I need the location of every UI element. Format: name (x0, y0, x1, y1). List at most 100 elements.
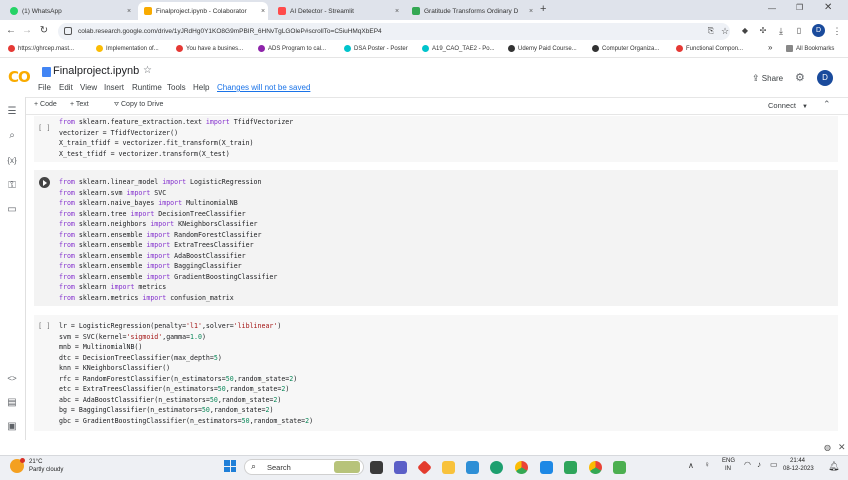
code-line[interactable]: from sklearn.ensemble import RandomFores… (59, 230, 262, 240)
panel-resize-icon[interactable]: ◍ (824, 443, 831, 452)
share-button[interactable]: ⇪ Share (752, 73, 783, 84)
collapse-chevron-icon[interactable]: ⌃ (823, 99, 831, 110)
file-explorer-icon[interactable] (442, 461, 455, 474)
code-line[interactable]: abc = AdaBoostClassifier(n_estimators=50… (59, 395, 281, 405)
connect-button[interactable]: Connect ▼ (768, 101, 808, 110)
bookmark-item[interactable]: Functional Compon... (676, 45, 743, 52)
close-icon[interactable]: × (526, 8, 536, 15)
add-code-button[interactable]: + Code (34, 101, 57, 108)
bookmark-item[interactable]: DSA Poster - Poster (344, 45, 408, 52)
menu-kebab-icon[interactable]: ⋮ (830, 23, 844, 39)
tab-ai-detector[interactable]: AI Detector - Streamlit × (272, 2, 402, 20)
vscode-icon[interactable] (540, 461, 553, 474)
language-indicator[interactable]: ENG (722, 458, 735, 464)
code-line[interactable]: from sklearn.naive_bayes import Multinom… (59, 198, 238, 208)
code-line[interactable]: vectorizer = TfidfVectorizer() (59, 128, 178, 138)
star-icon[interactable]: ☆ (143, 65, 152, 76)
code-line[interactable]: from sklearn.ensemble import BaggingClas… (59, 261, 242, 271)
menu-help[interactable]: Help (193, 83, 209, 92)
bookmark-item[interactable]: Computer Organiza... (592, 45, 659, 52)
task-view-icon[interactable] (370, 461, 383, 474)
chrome-profile-icon[interactable] (589, 461, 602, 474)
site-info-icon[interactable] (64, 27, 72, 35)
excel-icon[interactable] (564, 461, 577, 474)
menu-tools[interactable]: Tools (167, 83, 186, 92)
tray-chevron-up-icon[interactable]: ∧ (688, 461, 694, 470)
code-line[interactable]: knn = KNeighborsClassifier() (59, 363, 170, 373)
code-line[interactable]: svm = SVC(kernel='sigmoid',gamma=1.0) (59, 332, 206, 342)
clock-date[interactable]: 08-12-2023 (783, 466, 814, 472)
code-line[interactable]: from sklearn.feature_extraction.text imp… (59, 117, 293, 127)
new-tab-button[interactable]: + (540, 3, 546, 15)
command-palette-icon[interactable]: ▤ (5, 397, 19, 409)
chrome-icon[interactable] (515, 461, 528, 474)
code-line[interactable]: X_train_tfidf = vectorizer.fit_transform… (59, 138, 254, 148)
settings-gear-icon[interactable]: ⚙ (795, 71, 805, 84)
run-cell-play-icon[interactable] (39, 177, 50, 188)
back-icon[interactable]: ← (4, 23, 18, 39)
weather-temp[interactable]: 21°C (29, 459, 42, 465)
add-text-button[interactable]: + Text (70, 101, 89, 108)
extensions-puzzle-icon[interactable]: ✣ (756, 23, 770, 39)
install-app-icon[interactable]: ⎘ (704, 23, 718, 39)
notebook-title[interactable]: Finalproject.ipynb (53, 65, 139, 77)
all-bookmarks-button[interactable]: All Bookmarks (786, 45, 834, 52)
clock-time[interactable]: 21:44 (790, 458, 805, 464)
notifications-bell-icon[interactable]: 🔔︎ (828, 461, 839, 472)
terminal-icon[interactable]: ▣ (5, 421, 19, 433)
app-icon[interactable] (613, 461, 626, 474)
close-icon[interactable]: × (258, 8, 268, 15)
teams-icon[interactable] (394, 461, 407, 474)
download-icon[interactable]: ⤓ (774, 23, 788, 39)
tab-colab[interactable]: Finalproject.ipynb - Colaborator × (138, 2, 268, 20)
menu-view[interactable]: View (80, 83, 97, 92)
bookmark-star-icon[interactable]: ☆ (718, 23, 732, 39)
bookmark-item[interactable]: https://ghrcep.mast... (8, 45, 74, 52)
code-line[interactable]: from sklearn.svm import SVC (59, 188, 166, 198)
weather-desc[interactable]: Partly cloudy (29, 467, 63, 473)
code-line[interactable]: from sklearn.linear_model import Logisti… (59, 177, 262, 187)
variables-icon[interactable]: {x} (5, 155, 19, 167)
edge-icon[interactable] (490, 461, 503, 474)
language-region[interactable]: IN (725, 466, 731, 472)
close-icon[interactable]: × (124, 8, 134, 15)
code-line[interactable]: from sklearn.neighbors import KNeighbors… (59, 219, 258, 229)
extension-icon[interactable]: ◆ (738, 23, 752, 39)
search-icon[interactable]: ⌕ (5, 130, 19, 142)
volume-icon[interactable]: ♪ (757, 460, 761, 469)
code-line[interactable]: mnb = MultinomialNB() (59, 342, 142, 352)
forward-icon[interactable]: → (20, 23, 34, 39)
bookmarks-overflow-button[interactable]: » (768, 43, 772, 52)
bookmark-item[interactable]: ADS Program to cal... (258, 45, 326, 52)
code-line[interactable]: lr = LogisticRegression(penalty='l1',sol… (59, 321, 281, 331)
code-line[interactable]: from sklearn import metrics (59, 282, 166, 292)
battery-icon[interactable]: ▭ (770, 460, 778, 469)
maximize-icon[interactable]: ❐ (796, 3, 803, 12)
tab-whatsapp[interactable]: (1) WhatsApp × (4, 2, 134, 20)
code-snippets-icon[interactable]: <> (5, 373, 19, 385)
close-icon[interactable]: × (392, 8, 402, 15)
code-line[interactable]: bg = BaggingClassifier(n_estimators=50,r… (59, 405, 273, 415)
code-line[interactable]: from sklearn.ensemble import ExtraTreesC… (59, 240, 254, 250)
save-status-link[interactable]: Changes will not be saved (217, 83, 310, 92)
bookmark-item[interactable]: Udemy Paid Course... (508, 45, 577, 52)
colab-logo[interactable]: CO (8, 68, 31, 86)
address-bar[interactable]: colab.research.google.com/drive/1yJRdHg0… (58, 23, 730, 40)
reload-icon[interactable]: ↻ (37, 23, 51, 39)
menu-insert[interactable]: Insert (104, 83, 124, 92)
window-close-icon[interactable]: ✕ (824, 2, 832, 13)
panel-close-icon[interactable]: ✕ (838, 442, 846, 453)
colab-avatar[interactable]: D (817, 70, 833, 86)
profile-avatar[interactable]: D (812, 24, 825, 37)
code-line[interactable]: gbc = GradientBoostingClassifier(n_estim… (59, 416, 313, 426)
files-folder-icon[interactable]: ▭ (5, 204, 19, 216)
code-line[interactable]: from sklearn.metrics import confusion_ma… (59, 293, 234, 303)
weather-sun-icon[interactable] (10, 458, 25, 473)
code-line[interactable]: from sklearn.ensemble import AdaBoostCla… (59, 251, 246, 261)
wifi-icon[interactable]: ◠ (744, 460, 751, 469)
store-icon[interactable] (466, 461, 479, 474)
windows-start-icon[interactable] (224, 460, 236, 472)
side-panel-icon[interactable]: ▯ (792, 23, 806, 39)
menu-runtime[interactable]: Runtime (132, 83, 162, 92)
code-line[interactable]: from sklearn.tree import DecisionTreeCla… (59, 209, 246, 219)
